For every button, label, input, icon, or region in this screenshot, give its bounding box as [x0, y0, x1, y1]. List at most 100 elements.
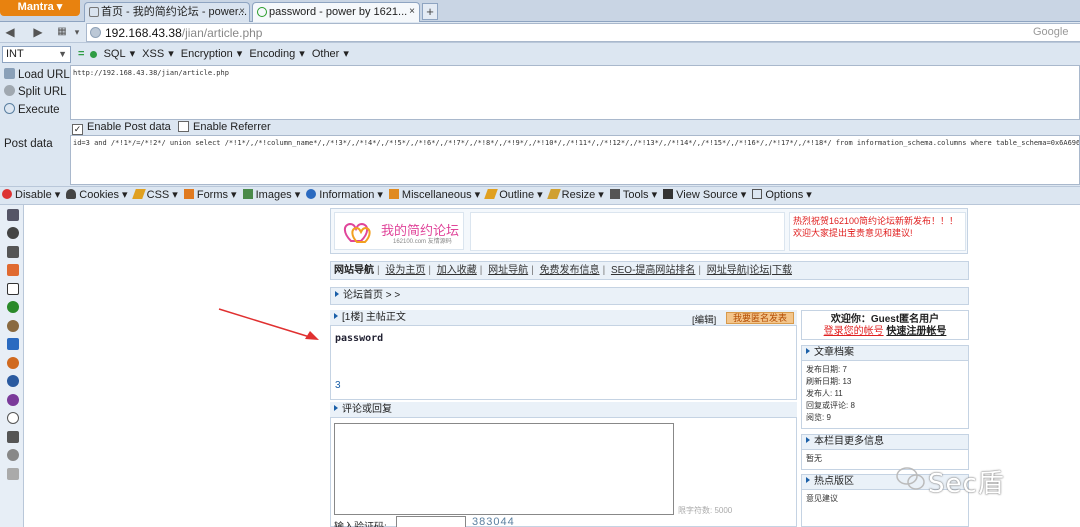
checkbox-checked-icon: ✓ [72, 124, 83, 135]
edit-link[interactable]: [编辑] [692, 312, 716, 326]
enable-referrer-checkbox[interactable]: Enable Referrer [178, 121, 271, 133]
anonymous-post-button[interactable]: 我要匿名发表 [726, 312, 794, 324]
history-icon[interactable]: ▦ [55, 24, 69, 40]
bullet-icon [806, 437, 810, 443]
eye-icon[interactable] [7, 320, 19, 332]
captcha-input[interactable] [396, 516, 466, 527]
dev-information[interactable]: Information ▾ [306, 189, 383, 201]
archive-header: 文章档案 [802, 346, 968, 361]
menu-encryption[interactable]: Encryption ▾ [181, 48, 243, 60]
watermark: Sec盾 [928, 469, 1005, 499]
post-data-label: Post data [4, 138, 53, 150]
url-host: 192.168.43.38 [105, 26, 182, 40]
globe-icon[interactable] [7, 375, 19, 387]
dev-outline[interactable]: Outline ▾ [484, 189, 543, 201]
dev-view-source[interactable]: View Source ▾ [663, 189, 746, 201]
site-identity-icon[interactable] [90, 27, 101, 38]
char-limit: 限字符数: 5000 [678, 506, 733, 515]
enable-post-checkbox[interactable]: ✓ Enable Post data [72, 121, 171, 135]
login-link[interactable]: 登录您的帐号 [824, 326, 884, 337]
dev-resize[interactable]: Resize ▾ [546, 189, 604, 201]
download-icon[interactable] [7, 246, 19, 258]
dev-cookies[interactable]: Cookies ▾ [66, 189, 128, 201]
toolbar-icon[interactable] [7, 209, 19, 221]
breadcrumb-text[interactable]: 论坛首页 > > [343, 290, 400, 301]
more-icon[interactable] [7, 468, 19, 480]
nav-add-favorite[interactable]: 加入收藏 [437, 265, 477, 276]
image-icon [242, 189, 253, 199]
close-icon[interactable]: × [409, 3, 415, 21]
nav-url-guide[interactable]: 网址导航 [488, 265, 528, 276]
app-menu-button[interactable]: Mantra ▾ [0, 0, 80, 16]
archive-body: 发布日期: 7 刷新日期: 13 发布人: 11 回复或评论: 8 阅览: 9 [806, 365, 855, 422]
captcha-image: 383044 [472, 516, 515, 527]
nav-free-post[interactable]: 免费发布信息 [540, 265, 600, 276]
menu-encoding[interactable]: Encoding ▾ [249, 48, 304, 60]
bulb-icon[interactable] [7, 449, 19, 461]
bullet-icon [334, 405, 338, 411]
source-icon [663, 189, 674, 199]
url-textarea[interactable]: http://192.168.43.38/jian/article.php [70, 65, 1080, 120]
site-nav: 网站导航 | 设为主页 | 加入收藏 | 网址导航 | 免费发布信息 | SEO-提高网站… [330, 261, 969, 280]
tab-password[interactable]: password - power by 1621... × [252, 2, 420, 23]
dev-tools[interactable]: Tools ▾ [609, 189, 657, 201]
calculator-icon[interactable] [7, 431, 19, 443]
tab-label: 首页 - 我的简约论坛 - power... [101, 6, 248, 18]
post-content: password [335, 333, 384, 344]
left-sidebar-toolbar [0, 205, 24, 527]
dropdown-icon[interactable]: ▾ [70, 24, 84, 40]
dev-disable[interactable]: Disable ▾ [2, 189, 60, 201]
execute-button[interactable]: Execute [4, 103, 60, 116]
cookie-icon [66, 189, 77, 199]
forward-icon[interactable]: ▶ [31, 24, 45, 40]
options-icon [752, 189, 763, 199]
ad-banner [470, 212, 785, 251]
tab-forum-home[interactable]: 首页 - 我的简约论坛 - power... × [84, 2, 250, 22]
dev-forms[interactable]: Forms ▾ [183, 189, 237, 201]
puzzle-icon[interactable] [7, 227, 19, 239]
network-icon[interactable] [7, 338, 19, 350]
gear-icon[interactable] [7, 394, 19, 406]
menu-sql[interactable]: SQL ▾ [104, 48, 136, 60]
page-icon [89, 7, 99, 17]
welcome-box: 欢迎你：Guest匿名用户 登录您的帐号 快速注册帐号 [801, 310, 969, 340]
minus-icon[interactable]: = [78, 48, 84, 60]
pencil-icon [131, 189, 146, 199]
search-engine-label[interactable]: Google [1033, 26, 1068, 38]
dev-options[interactable]: Options ▾ [752, 189, 812, 201]
nav-set-homepage[interactable]: 设为主页 [385, 265, 425, 276]
at-icon[interactable] [7, 412, 19, 424]
execute-icon [4, 103, 15, 114]
load-url-button[interactable]: Load URL [4, 68, 70, 81]
info-icon[interactable] [7, 283, 19, 295]
dev-misc[interactable]: Miscellaneous ▾ [388, 189, 480, 201]
menu-other[interactable]: Other ▾ [312, 48, 349, 60]
new-tab-button[interactable]: + [422, 3, 438, 20]
close-icon[interactable]: × [239, 3, 245, 21]
hackbar: INT ▼ = SQL ▾ XSS ▾ Encryption ▾ Encoding ▾ O… [0, 43, 1080, 186]
split-url-button[interactable]: Split URL [4, 85, 67, 98]
url-bar[interactable]: 192.168.43.38/jian/article.php Google [86, 23, 1080, 42]
welcome-text: 欢迎你：Guest匿名用户 [830, 314, 940, 325]
menu-xss[interactable]: XSS ▾ [142, 48, 174, 60]
back-icon[interactable]: ◀ [3, 24, 17, 40]
resize-icon [546, 189, 561, 199]
bullet-icon [806, 348, 810, 354]
type-select[interactable]: INT ▼ [2, 46, 71, 63]
nav-site-guide[interactable]: 网站导航 [334, 265, 374, 276]
nav-url-forum-download[interactable]: 网址导航|论坛|下载 [707, 265, 792, 276]
reply-textarea[interactable] [334, 423, 674, 515]
green-circle-icon[interactable] [7, 301, 19, 313]
bullet-icon [335, 291, 339, 297]
site-logo[interactable]: 我的简约论坛 162100.com 友情源码 [334, 212, 464, 250]
post-data-textarea[interactable]: id=3 and /*!1*/=/*!2*/ union select /*!1… [70, 135, 1080, 185]
bullet-icon [806, 477, 810, 483]
html-icon[interactable] [7, 264, 19, 276]
nav-seo[interactable]: SEO-提高网站排名 [611, 265, 695, 276]
dev-css[interactable]: CSS ▾ [131, 189, 178, 201]
firebug-icon[interactable] [7, 357, 19, 369]
navigation-bar: ◀ ▶ ▦ ▾ 192.168.43.38/jian/article.php G… [0, 22, 1080, 43]
red-arrow-icon [218, 308, 319, 340]
dev-images[interactable]: Images ▾ [242, 189, 300, 201]
register-link[interactable]: 快速注册帐号 [886, 326, 946, 337]
